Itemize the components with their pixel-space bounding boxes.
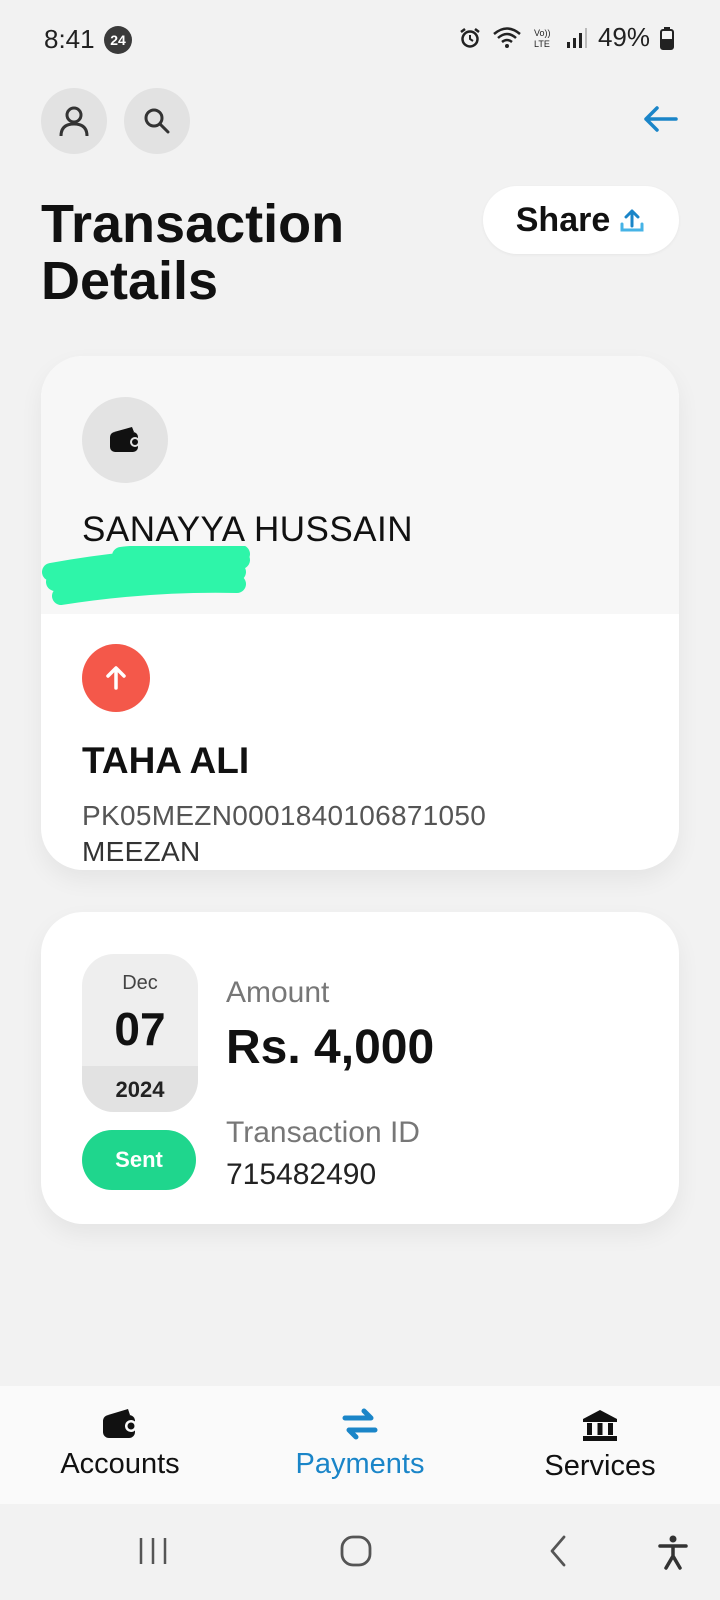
home-icon[interactable] bbox=[339, 1534, 373, 1568]
status-badge: Sent bbox=[82, 1130, 196, 1190]
recent-apps-icon[interactable] bbox=[136, 1534, 170, 1568]
alarm-icon bbox=[460, 27, 480, 48]
wifi-icon bbox=[493, 26, 521, 48]
nav-services-label: Services bbox=[544, 1450, 656, 1482]
sender-name: SANAYYA HUSSAIN bbox=[82, 510, 414, 549]
battery-icon bbox=[660, 26, 674, 50]
nav-accounts-label: Accounts bbox=[60, 1448, 180, 1480]
status-bar: 8:41 24 Vo)) LTE 49% bbox=[0, 0, 720, 80]
outgoing-indicator bbox=[82, 644, 150, 712]
search-icon bbox=[144, 108, 170, 134]
sender-avatar bbox=[82, 397, 168, 483]
signal-icon bbox=[566, 27, 587, 48]
share-button[interactable]: Share bbox=[483, 186, 679, 254]
redaction-scribble bbox=[42, 546, 250, 605]
wallet-icon bbox=[103, 1409, 137, 1438]
date-box: Dec 07 2024 bbox=[82, 954, 198, 1112]
status-icons: Vo)) LTE 49% bbox=[458, 22, 674, 53]
page-title: Transaction Details bbox=[41, 194, 345, 311]
date-year: 2024 bbox=[115, 1077, 165, 1102]
amount-value: Rs. 4,000 bbox=[226, 1021, 435, 1074]
date-day: 07 bbox=[114, 1003, 166, 1055]
svg-text:LTE: LTE bbox=[534, 39, 550, 49]
svg-text:Vo)): Vo)) bbox=[534, 28, 551, 38]
date-month: Dec bbox=[122, 972, 158, 994]
back-nav-icon[interactable] bbox=[542, 1534, 576, 1568]
share-label: Share bbox=[515, 200, 611, 239]
recipient-name: TAHA ALI bbox=[82, 740, 250, 781]
upload-icon bbox=[620, 209, 644, 232]
party-card: SANAYYA HUSSAIN TAHA ALI PK05MEZN0001840… bbox=[41, 356, 679, 870]
system-nav-bar bbox=[0, 1504, 720, 1600]
arrow-left-icon bbox=[644, 106, 678, 132]
bottom-nav: Accounts Payments Services bbox=[0, 1386, 720, 1504]
sender-section: SANAYYA HUSSAIN bbox=[41, 356, 679, 614]
nav-payments-label: Payments bbox=[295, 1448, 425, 1480]
back-button[interactable] bbox=[642, 104, 678, 139]
search-button[interactable] bbox=[124, 88, 190, 154]
wallet-icon bbox=[110, 427, 140, 452]
recipient-bank: MEEZAN bbox=[82, 836, 201, 867]
transaction-id-value: 715482490 bbox=[226, 1158, 377, 1191]
arrow-up-icon bbox=[106, 666, 126, 690]
battery-percentage: 49% bbox=[597, 22, 650, 52]
nav-accounts[interactable]: Accounts bbox=[20, 1408, 220, 1481]
recipient-iban: PK05MEZN0001840106871050 bbox=[82, 800, 487, 831]
nav-services[interactable]: Services bbox=[500, 1408, 700, 1483]
transaction-card: Dec 07 2024 Sent Amount Rs. 4,000 Transa… bbox=[41, 912, 679, 1224]
notification-badge: 24 bbox=[104, 26, 132, 54]
transaction-id-label: Transaction ID bbox=[226, 1116, 420, 1149]
volte-icon: Vo)) LTE bbox=[534, 28, 551, 49]
amount-label: Amount bbox=[226, 976, 330, 1009]
user-icon bbox=[59, 106, 89, 137]
nav-payments[interactable]: Payments bbox=[260, 1408, 460, 1481]
profile-button[interactable] bbox=[41, 88, 107, 154]
status-time: 8:41 bbox=[44, 24, 95, 54]
bank-icon bbox=[583, 1410, 617, 1441]
transfer-icon bbox=[342, 1408, 378, 1440]
accessibility-icon[interactable] bbox=[656, 1534, 690, 1570]
